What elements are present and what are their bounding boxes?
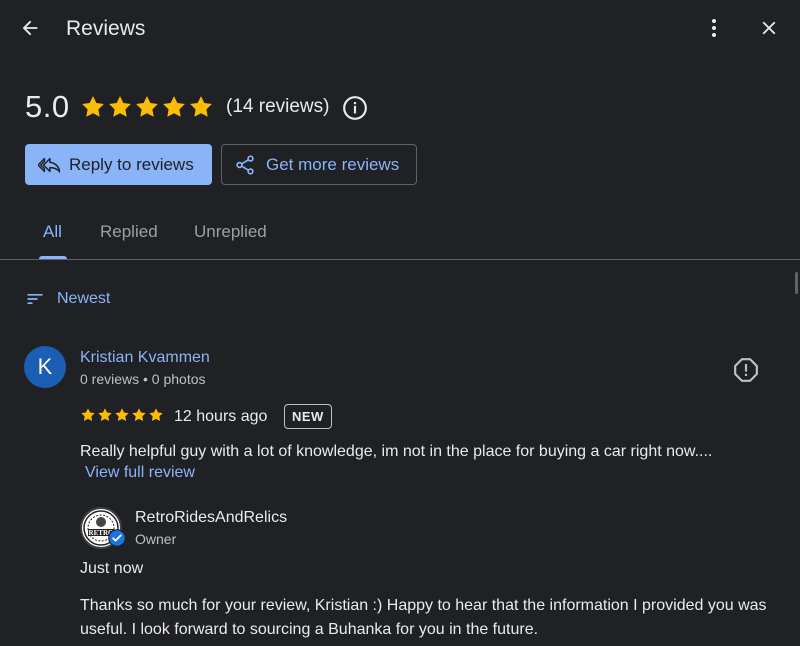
reply-time: Just now <box>80 560 144 577</box>
more-vert-icon <box>712 19 716 37</box>
star-icon <box>136 96 158 117</box>
review-time: 12 hours ago <box>174 408 268 425</box>
reviewer-name[interactable]: Kristian Kvammen <box>80 349 210 367</box>
star-icon <box>81 408 95 422</box>
reviews-panel: Reviews 5.0 (14 reviews) Reply to review… <box>0 0 800 646</box>
scrollbar-thumb[interactable] <box>795 272 798 294</box>
view-full-review-link[interactable]: View full review <box>85 464 195 482</box>
close-icon <box>762 21 776 35</box>
info-button[interactable] <box>341 94 369 122</box>
review-count: (14 reviews) <box>226 96 330 117</box>
info-icon <box>343 96 367 120</box>
reviewer-avatar[interactable]: K <box>24 346 66 388</box>
get-more-reviews-button[interactable]: Get more reviews <box>221 144 417 185</box>
star-icon <box>132 408 146 422</box>
owner-name: RetroRidesAndRelics <box>135 509 288 526</box>
rating-stars <box>80 94 214 120</box>
close-button[interactable] <box>753 12 785 44</box>
verified-badge <box>108 529 126 552</box>
reply-to-reviews-label: Reply to reviews <box>69 154 194 174</box>
more-options-button[interactable] <box>698 12 730 44</box>
verified-icon <box>108 529 126 547</box>
arrow-left-icon <box>22 20 38 36</box>
reply-all-icon <box>38 157 60 173</box>
new-badge: NEW <box>284 404 332 429</box>
reply-text: Thanks so much for your review, Kristian… <box>80 597 767 638</box>
star-icon <box>190 96 212 117</box>
get-more-reviews-label: Get more reviews <box>266 154 400 174</box>
tab-all[interactable]: All <box>43 222 62 242</box>
reviewer-meta: 0 reviews • 0 photos <box>80 371 206 387</box>
sort-button[interactable]: Newest <box>25 289 110 309</box>
sort-icon <box>27 294 43 304</box>
reply-to-reviews-button[interactable]: Reply to reviews <box>25 144 212 185</box>
report-review-button[interactable] <box>731 355 761 385</box>
tab-replied[interactable]: Replied <box>100 222 158 242</box>
review-stars <box>80 407 164 423</box>
report-icon <box>734 358 758 382</box>
star-icon <box>109 96 131 117</box>
page-title: Reviews <box>66 17 146 40</box>
review-text: Really helpful guy with a lot of knowled… <box>80 443 713 460</box>
tab-unreplied[interactable]: Unreplied <box>194 222 267 242</box>
star-icon <box>149 408 163 422</box>
star-icon <box>163 96 185 117</box>
back-button[interactable] <box>14 12 46 44</box>
overall-rating: 5.0 <box>25 89 70 124</box>
star-icon <box>115 408 129 422</box>
sort-label: Newest <box>57 290 111 307</box>
share-icon <box>236 154 254 175</box>
owner-label: Owner <box>135 531 177 547</box>
star-icon <box>98 408 112 422</box>
star-icon <box>82 96 104 117</box>
tabs-divider <box>0 259 800 260</box>
